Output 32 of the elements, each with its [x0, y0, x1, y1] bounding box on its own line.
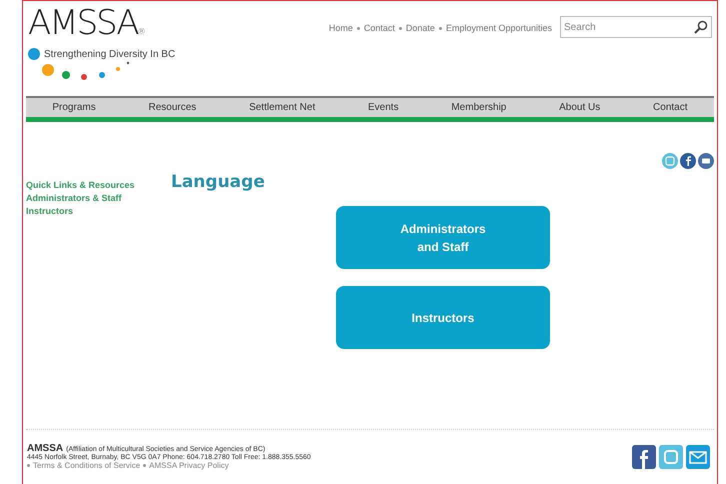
top-link[interactable]: Contact [364, 23, 395, 33]
top-link[interactable]: Home [328, 23, 353, 33]
nav-item[interactable]: Membership [443, 102, 514, 113]
sidebar-link[interactable]: Quick Links & Resources [26, 180, 171, 190]
nav-item[interactable]: About Us [551, 102, 608, 113]
nav-item[interactable]: Programs [44, 102, 104, 113]
category-button[interactable]: Administrators and Staff [336, 206, 550, 269]
nav-item[interactable]: Resources [140, 102, 204, 113]
facebook-icon[interactable] [632, 445, 656, 469]
bullet-icon [143, 464, 146, 467]
bullet-icon [356, 26, 360, 30]
category-button[interactable]: Instructors [336, 286, 550, 349]
footer-link[interactable]: AMSSA Privacy Policy [149, 462, 229, 470]
nav-item[interactable]: Settlement Net [241, 102, 324, 113]
page-heading: Language [171, 172, 265, 192]
nav-item[interactable]: Contact [645, 102, 696, 113]
search-icon[interactable] [694, 20, 708, 34]
logo-dots-drawing [28, 48, 40, 60]
logo-tagline: Strengthening Diversity In BC [44, 48, 176, 60]
top-link[interactable]: Donate [406, 23, 435, 33]
sidebar-link[interactable]: Instructors [26, 206, 171, 216]
nav-item[interactable]: Events [360, 102, 407, 113]
facebook-icon[interactable] [680, 153, 696, 169]
bullet-icon [438, 26, 442, 30]
sidebar-link[interactable]: Administrators & Staff [26, 193, 171, 203]
top-link[interactable]: Employment Opportunities [446, 23, 552, 33]
bullet-icon [398, 26, 402, 30]
search-field[interactable]: Search [560, 16, 712, 38]
footer-link[interactable]: Terms & Conditions of Service [33, 462, 140, 470]
footer-name: AMSSA [27, 444, 64, 452]
bullet-icon [27, 464, 30, 467]
logo-name[interactable]: AMSSA® [28, 7, 176, 48]
